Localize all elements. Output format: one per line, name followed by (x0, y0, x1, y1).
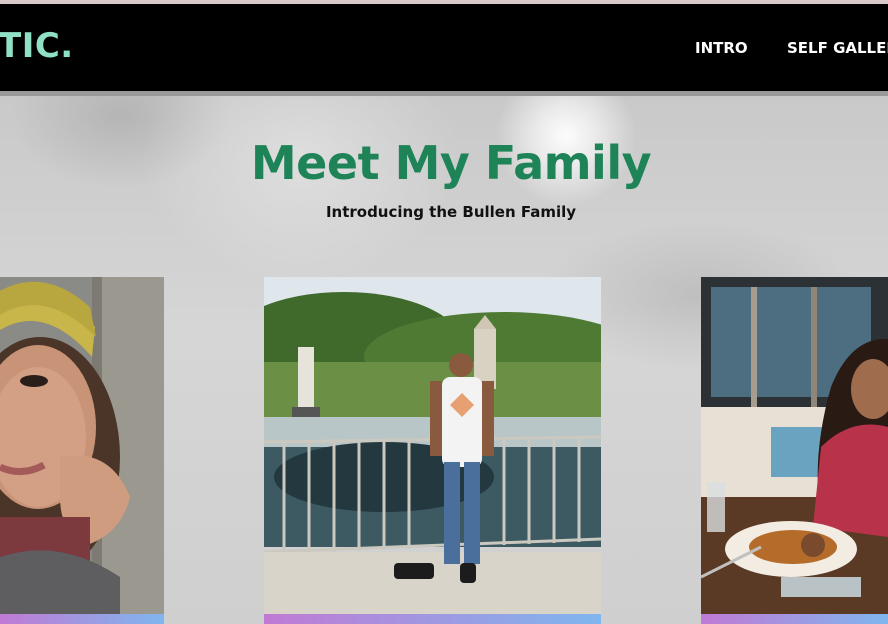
card-accent-bar (264, 614, 601, 624)
card-accent-bar (0, 614, 164, 624)
nav-link-intro[interactable]: INTRO (695, 39, 748, 57)
page-title: Meet My Family (250, 136, 652, 190)
page-subtitle: Introducing the Bullen Family (325, 203, 577, 221)
family-card-3[interactable] (701, 277, 888, 624)
family-photo-3 (701, 277, 888, 614)
card-accent-bar (701, 614, 888, 624)
family-photo-1 (0, 277, 164, 614)
family-photo-2 (264, 277, 601, 614)
site-logo[interactable]: TIC. (0, 26, 74, 66)
nav-link-self-gallery[interactable]: SELF GALLERY (787, 39, 888, 57)
navbar: TIC. INTRO SELF GALLERY (0, 4, 888, 91)
family-card-2[interactable] (264, 277, 601, 624)
family-card-1[interactable] (0, 277, 164, 624)
